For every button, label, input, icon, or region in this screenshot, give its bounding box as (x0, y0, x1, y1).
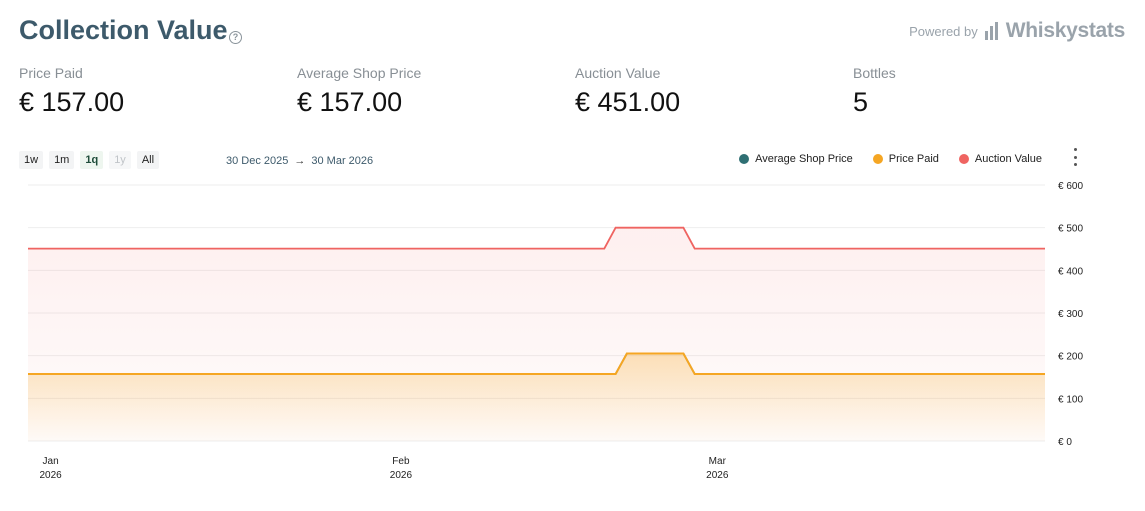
y-tick-label: € 600 (1058, 181, 1083, 192)
y-tick-label: € 0 (1058, 437, 1072, 448)
x-tick-label: 2026 (390, 470, 413, 481)
y-tick-label: € 400 (1058, 266, 1083, 277)
y-tick-label: € 300 (1058, 309, 1083, 320)
x-tick-label: 2026 (39, 470, 62, 481)
y-tick-label: € 500 (1058, 224, 1083, 235)
x-tick-label: Mar (709, 456, 727, 467)
x-tick-label: 2026 (706, 470, 729, 481)
x-tick-label: Jan (43, 456, 59, 467)
y-tick-label: € 100 (1058, 394, 1083, 405)
y-tick-label: € 200 (1058, 352, 1083, 363)
chart-area: € 0 € 100 € 200 € 300 € 400 € 500 € 600 Jan 2026… (28, 181, 1083, 481)
x-tick-label: Feb (392, 456, 410, 467)
series-line (28, 226, 1045, 250)
